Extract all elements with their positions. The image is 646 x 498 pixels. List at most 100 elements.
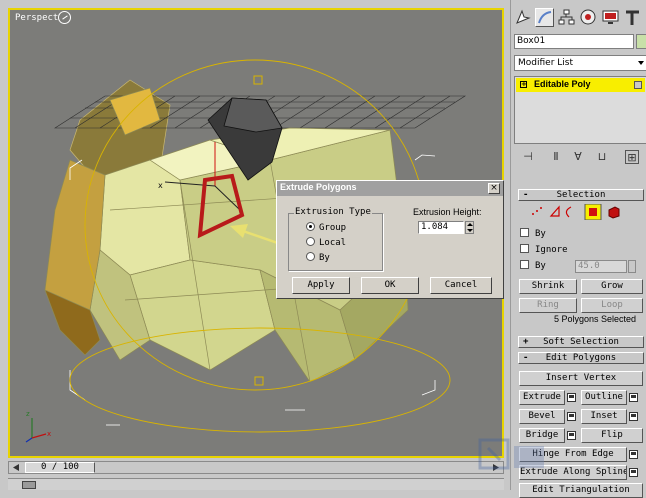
gizmo-handle[interactable]: [254, 376, 264, 386]
show-end-result-icon[interactable]: Ⅱ: [549, 150, 563, 164]
by-vertex-checkbox[interactable]: By: [520, 228, 546, 239]
subobject-toolbar: [532, 204, 620, 220]
remove-modifier-icon[interactable]: ⊔: [595, 150, 609, 164]
axis-tripod-icon: z x: [25, 410, 51, 443]
angle-threshold-input[interactable]: 45.0: [575, 260, 627, 273]
edit-polygons-rollout-header[interactable]: - Edit Polygons: [518, 352, 644, 364]
edit-triangulation-button[interactable]: Edit Triangulation: [519, 483, 643, 498]
collapse-icon: -: [523, 190, 529, 200]
expand-icon: +: [523, 337, 529, 347]
chevron-down-icon: [638, 61, 644, 65]
radio-selected-icon: [306, 222, 315, 231]
radio-local[interactable]: Local: [306, 237, 346, 248]
modifier-list-label: Modifier List: [518, 58, 573, 68]
loop-button[interactable]: Loop: [581, 298, 643, 313]
radio-group-label: Group: [319, 223, 347, 233]
close-button[interactable]: ×: [488, 183, 500, 194]
modifier-list-dropdown[interactable]: Modifier List: [514, 55, 646, 71]
stack-item-label: Editable Poly: [534, 79, 591, 89]
extrude-settings-icon[interactable]: [567, 393, 576, 402]
viewport-label[interactable]: Perspect: [15, 13, 58, 23]
flip-button[interactable]: Flip: [581, 428, 643, 443]
shrink-button[interactable]: Shrink: [519, 279, 577, 294]
checkbox-label: By: [535, 229, 546, 239]
object-name-field[interactable]: Box01: [514, 34, 634, 49]
dialog-title-bar[interactable]: Extrude Polygons ×: [277, 181, 503, 196]
inset-button[interactable]: Inset: [581, 409, 627, 424]
hierarchy-icon[interactable]: [557, 8, 576, 27]
radio-by[interactable]: By: [306, 252, 330, 263]
checkbox-icon: [520, 228, 529, 237]
checkbox-icon: [520, 260, 529, 269]
app-window: x z x Perspect Extrude Polygons × Extrus…: [0, 0, 646, 498]
svg-text:x: x: [158, 181, 163, 190]
bevel-button[interactable]: Bevel: [519, 409, 565, 424]
vertex-icon[interactable]: [532, 207, 542, 215]
viewport-navigation-icon[interactable]: [58, 11, 71, 24]
extrude-button[interactable]: Extrude: [519, 390, 565, 405]
radio-local-label: Local: [319, 238, 347, 248]
checkbox-label: By: [535, 261, 546, 271]
modifier-stack: + Editable Poly: [514, 76, 646, 144]
object-color-swatch[interactable]: [636, 34, 646, 49]
apply-button[interactable]: Apply: [292, 277, 350, 294]
extrude-along-spline-settings-icon[interactable]: [629, 468, 638, 477]
cancel-button[interactable]: Cancel: [430, 277, 492, 294]
bevel-settings-icon[interactable]: [567, 412, 576, 421]
radio-icon: [306, 237, 315, 246]
svg-text:z: z: [26, 410, 30, 418]
outline-settings-icon[interactable]: [629, 393, 638, 402]
hinge-settings-icon[interactable]: [629, 450, 638, 459]
angle-spinner[interactable]: [628, 260, 636, 273]
checkbox-label: Ignore: [535, 245, 568, 255]
utilities-icon[interactable]: [623, 8, 642, 27]
motion-icon[interactable]: [579, 8, 598, 27]
extrude-polygons-dialog: Extrude Polygons × Extrusion Type Group …: [276, 180, 504, 299]
stack-item-editable-poly[interactable]: + Editable Poly: [516, 78, 645, 92]
extrusion-height-input[interactable]: 1.084: [418, 221, 464, 234]
bridge-settings-icon[interactable]: [567, 431, 576, 440]
checkbox-icon: [520, 244, 529, 253]
extrusion-height-spinner[interactable]: [465, 221, 474, 234]
display-icon[interactable]: [601, 8, 620, 27]
ok-button[interactable]: OK: [361, 277, 419, 294]
ignore-backfacing-checkbox[interactable]: Ignore: [520, 244, 568, 255]
time-slider[interactable]: 0 / 100: [8, 461, 504, 474]
track-bar[interactable]: [8, 478, 504, 490]
selection-rollout-header[interactable]: - Selection: [518, 189, 644, 201]
radio-by-label: By: [319, 253, 330, 263]
create-icon[interactable]: [513, 8, 532, 27]
insert-vertex-button[interactable]: Insert Vertex: [519, 371, 643, 386]
soft-selection-title: Soft Selection: [543, 337, 619, 347]
gizmo-handle[interactable]: [253, 75, 263, 85]
edge-icon[interactable]: [549, 205, 560, 217]
make-unique-icon[interactable]: ∀: [571, 150, 585, 164]
outline-button[interactable]: Outline: [581, 390, 627, 405]
selection-count-label: 5 Polygons Selected: [553, 314, 636, 324]
prev-frame-icon[interactable]: [13, 464, 19, 471]
radio-icon: [306, 252, 315, 261]
extrusion-type-group: Extrusion Type Group Local By: [288, 207, 383, 271]
ring-button[interactable]: Ring: [519, 298, 577, 313]
soft-selection-rollout-header[interactable]: + Soft Selection: [518, 336, 644, 348]
watermark-logo: [478, 438, 544, 470]
stack-item-toggle[interactable]: [634, 81, 642, 89]
collapse-icon: -: [523, 353, 529, 363]
border-icon[interactable]: [565, 206, 572, 218]
by-angle-checkbox[interactable]: By: [520, 260, 546, 271]
dialog-title: Extrude Polygons: [280, 182, 357, 192]
pin-stack-icon[interactable]: ⊣: [521, 150, 535, 164]
extrusion-height-label: Extrusion Height:: [413, 207, 482, 217]
radio-group[interactable]: Group: [306, 222, 346, 233]
configure-sets-icon[interactable]: ⊞: [625, 150, 639, 164]
expand-icon[interactable]: +: [520, 81, 527, 88]
modify-icon[interactable]: [535, 8, 554, 27]
grow-button[interactable]: Grow: [581, 279, 643, 294]
inset-settings-icon[interactable]: [629, 412, 638, 421]
extrusion-type-title: Extrusion Type: [294, 207, 372, 217]
edit-polygons-title: Edit Polygons: [545, 353, 617, 363]
track-bar-icon[interactable]: [22, 481, 36, 489]
time-slider-thumb[interactable]: 0 / 100: [25, 462, 95, 473]
command-panel: Box01 Modifier List + Editable Poly ⊣ Ⅱ …: [510, 0, 646, 498]
element-icon[interactable]: [608, 206, 620, 219]
